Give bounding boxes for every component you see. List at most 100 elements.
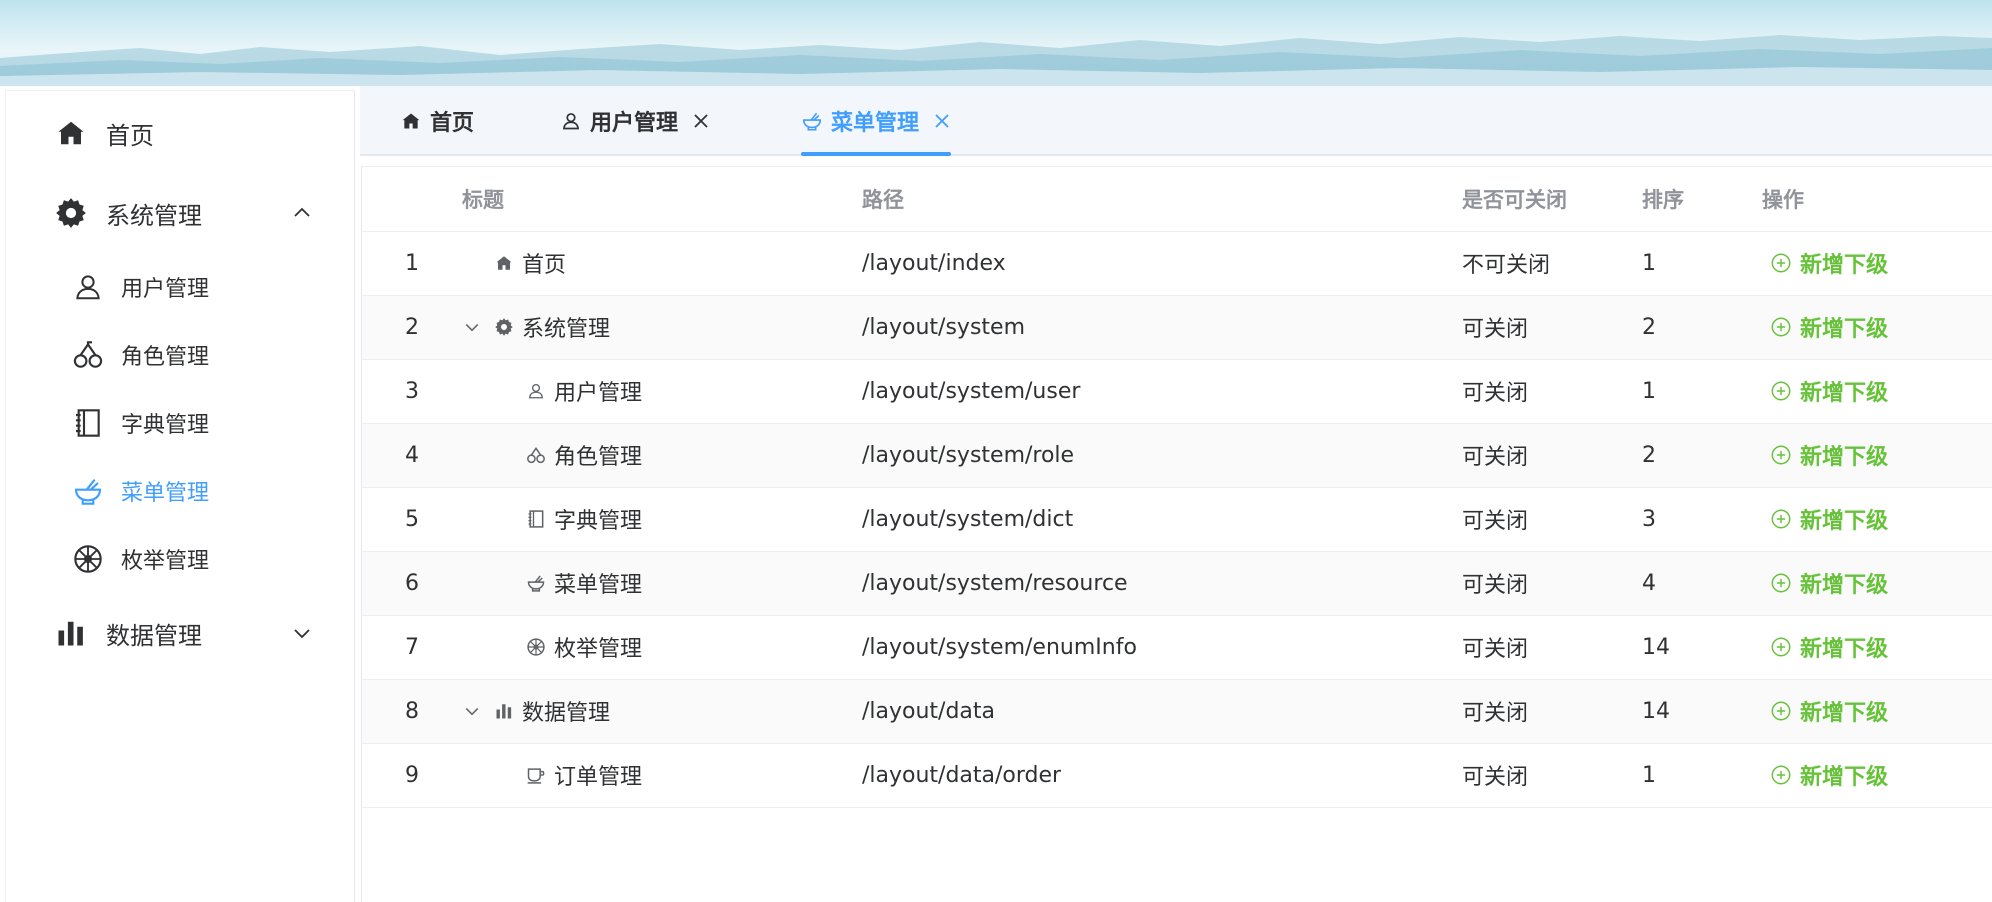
sidebar-item-home[interactable]: 首页 [6, 93, 354, 173]
tab-menu[interactable]: 菜单管理 [801, 86, 952, 156]
add-child-button[interactable]: 新增下级 [1770, 759, 1888, 791]
gear-icon [494, 317, 514, 337]
add-child-button[interactable]: 新增下级 [1770, 695, 1888, 727]
notebook-icon [72, 407, 104, 439]
title-cell: 字典管理 [462, 487, 862, 552]
user-icon [560, 110, 582, 132]
column-header-actions: 操作 [1762, 167, 1992, 232]
row-index: 7 [362, 615, 462, 680]
add-child-button[interactable]: 新增下级 [1770, 311, 1888, 343]
column-header-closable: 是否可关闭 [1462, 167, 1642, 232]
tab-home[interactable]: 首页 [400, 86, 474, 156]
column-header-sort: 排序 [1642, 167, 1762, 232]
bowl-icon [526, 573, 546, 593]
title-cell: 订单管理 [462, 743, 862, 808]
table-row: 3 用户管理/layout/system/user 可关闭 1 新增下级 [362, 359, 1992, 424]
table-row: 4 角色管理/layout/system/role 可关闭 2 新增下级 [362, 423, 1992, 488]
bar-chart-icon [494, 701, 514, 721]
row-closable: 可关闭 [1462, 743, 1642, 808]
chevron-up-icon [291, 202, 313, 224]
row-index: 8 [362, 679, 462, 744]
plus-circle-icon [1770, 764, 1792, 786]
home-icon [494, 253, 514, 273]
sidebar-item-label: 角色管理 [121, 345, 210, 370]
add-child-label: 新增下级 [1800, 508, 1889, 534]
sidebar-item-role[interactable]: 角色管理 [6, 321, 354, 389]
add-child-label: 新增下级 [1800, 636, 1889, 662]
add-child-button[interactable]: 新增下级 [1770, 375, 1888, 407]
row-title: 枚举管理 [554, 637, 643, 662]
sidebar-item-label: 枚举管理 [121, 549, 210, 574]
sidebar-item-label: 用户管理 [121, 277, 210, 302]
sidebar-group-data[interactable]: 数据管理 [6, 593, 354, 673]
plus-circle-icon [1770, 252, 1792, 274]
cherry-icon [72, 339, 104, 371]
column-header-title: 标题 [462, 167, 862, 232]
row-index: 9 [362, 743, 462, 808]
row-title: 字典管理 [554, 509, 643, 534]
row-sort: 1 [1642, 231, 1762, 296]
chevron-down-icon [291, 622, 313, 644]
sidebar-item-label: 首页 [106, 121, 154, 150]
header-banner [0, 0, 1992, 86]
row-path: /layout/system [862, 295, 1462, 360]
table-row: 6 菜单管理/layout/system/resource 可关闭 4 新增下级 [362, 551, 1992, 616]
cup-icon [526, 765, 546, 785]
tab-user[interactable]: 用户管理 [560, 86, 710, 156]
row-path: /layout/system/enumInfo [862, 615, 1462, 680]
row-actions: 新增下级 [1762, 231, 1992, 296]
close-icon[interactable] [692, 112, 710, 130]
table-row: 8 数据管理/layout/data 可关闭 14 新增下级 [362, 679, 1992, 744]
column-header-path: 路径 [862, 167, 1462, 232]
row-closable: 可关闭 [1462, 423, 1642, 488]
row-sort: 2 [1642, 295, 1762, 360]
row-sort: 3 [1642, 487, 1762, 552]
row-sort: 14 [1642, 679, 1762, 744]
row-index: 2 [362, 295, 462, 360]
title-cell: 枚举管理 [462, 615, 862, 680]
tab-bar: 首页 用户管理 菜单管理 [360, 86, 1992, 156]
notebook-icon [526, 509, 546, 529]
plus-circle-icon [1770, 316, 1792, 338]
add-child-button[interactable]: 新增下级 [1770, 503, 1888, 535]
row-path: /layout/system/dict [862, 487, 1462, 552]
column-header-index [362, 167, 462, 232]
row-actions: 新增下级 [1762, 679, 1992, 744]
sidebar-item-user[interactable]: 用户管理 [6, 253, 354, 321]
row-actions: 新增下级 [1762, 487, 1992, 552]
chevron-down-icon[interactable] [462, 317, 482, 337]
row-path: /layout/index [862, 231, 1462, 296]
sidebar-group-label: 数据管理 [106, 621, 202, 650]
row-path: /layout/system/role [862, 423, 1462, 488]
tab-label: 用户管理 [590, 111, 679, 136]
row-title: 角色管理 [554, 445, 643, 470]
row-actions: 新增下级 [1762, 359, 1992, 424]
close-icon[interactable] [933, 112, 951, 130]
row-title: 系统管理 [522, 317, 611, 342]
row-actions: 新增下级 [1762, 551, 1992, 616]
menu-table: 标题 路径 是否可关闭 排序 操作 1 首页/layout/index 不可关闭 1 新… [361, 166, 1992, 902]
sidebar-group-system[interactable]: 系统管理 [6, 173, 354, 253]
add-child-label: 新增下级 [1800, 252, 1889, 278]
add-child-button[interactable]: 新增下级 [1770, 567, 1888, 599]
row-index: 5 [362, 487, 462, 552]
tab-label: 首页 [430, 111, 475, 136]
add-child-button[interactable]: 新增下级 [1770, 631, 1888, 663]
title-cell: 角色管理 [462, 423, 862, 488]
row-index: 6 [362, 551, 462, 616]
add-child-button[interactable]: 新增下级 [1770, 247, 1888, 279]
row-actions: 新增下级 [1762, 743, 1992, 808]
user-icon [72, 271, 104, 303]
sidebar-item-dict[interactable]: 字典管理 [6, 389, 354, 457]
row-sort: 2 [1642, 423, 1762, 488]
row-closable: 不可关闭 [1462, 231, 1642, 296]
add-child-button[interactable]: 新增下级 [1770, 439, 1888, 471]
chevron-down-icon[interactable] [462, 701, 482, 721]
sidebar-item-menu[interactable]: 菜单管理 [6, 457, 354, 525]
home-icon [54, 116, 88, 150]
sidebar-item-enum[interactable]: 枚举管理 [6, 525, 354, 593]
add-child-label: 新增下级 [1800, 444, 1889, 470]
